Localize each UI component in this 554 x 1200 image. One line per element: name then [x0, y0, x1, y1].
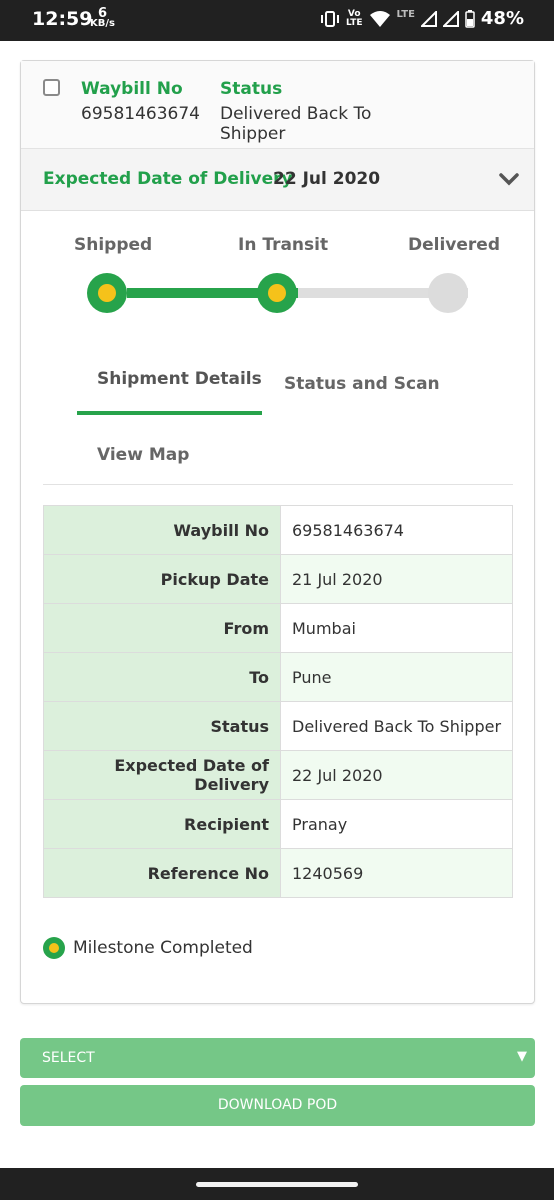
- select-shipment-checkbox[interactable]: [43, 79, 60, 96]
- detail-value: Mumbai: [280, 603, 513, 653]
- clock: 12:59: [32, 8, 93, 30]
- step-label-shipped: Shipped: [74, 235, 153, 255]
- detail-value: 1240569: [280, 848, 513, 898]
- detail-value: Pune: [280, 652, 513, 702]
- table-row: From Mumbai: [43, 603, 513, 653]
- action-select-dropdown[interactable]: SELECT ▼: [20, 1038, 535, 1078]
- detail-key: Status: [43, 701, 281, 751]
- table-row: To Pune: [43, 652, 513, 702]
- status-icons: Vo LTE LTE 48%: [320, 8, 524, 29]
- chevron-down-icon[interactable]: [498, 171, 520, 187]
- download-pod-button[interactable]: DOWNLOAD POD: [20, 1085, 535, 1126]
- step-label-delivered: Delivered: [408, 235, 500, 255]
- step-label-in-transit: In Transit: [238, 235, 329, 255]
- detail-value: 22 Jul 2020: [280, 750, 513, 800]
- milestone-dot-icon: [43, 937, 65, 959]
- waybill-value: 69581463674: [81, 104, 200, 124]
- active-tab-indicator: [77, 411, 262, 415]
- navigation-bar: [0, 1168, 554, 1200]
- step-node-delivered: [428, 273, 468, 313]
- detail-value: Pranay: [280, 799, 513, 849]
- status-bar: 12:59 6 KB/s Vo LTE LTE 48%: [0, 0, 554, 41]
- expected-delivery-label: Expected Date of Delivery: [43, 169, 293, 189]
- detail-value: 69581463674: [280, 505, 513, 555]
- home-gesture-handle[interactable]: [196, 1182, 358, 1187]
- detail-key: Recipient: [43, 799, 281, 849]
- battery-icon: [465, 9, 475, 28]
- dropdown-arrow-icon: ▼: [517, 1049, 527, 1064]
- detail-key: Expected Date of Delivery: [43, 750, 281, 800]
- table-row: Pickup Date 21 Jul 2020: [43, 554, 513, 604]
- shipment-header: Waybill No 69581463674 Status Delivered …: [21, 61, 534, 149]
- status-label: Status: [220, 79, 283, 99]
- battery-percent: 48%: [480, 8, 524, 29]
- shipment-card: Waybill No 69581463674 Status Delivered …: [20, 60, 535, 1004]
- waybill-label: Waybill No: [81, 79, 183, 99]
- table-row: Status Delivered Back To Shipper: [43, 701, 513, 751]
- tab-view-map[interactable]: View Map: [97, 445, 189, 465]
- shipment-details-table: Waybill No 69581463674 Pickup Date 21 Ju…: [43, 505, 513, 898]
- signal-icon-2: [442, 10, 459, 27]
- legend-label: Milestone Completed: [73, 938, 253, 958]
- table-row: Waybill No 69581463674: [43, 505, 513, 555]
- status-value: Delivered Back To Shipper: [220, 104, 372, 144]
- expected-delivery-value: 22 Jul 2020: [273, 169, 381, 189]
- table-row: Reference No 1240569: [43, 848, 513, 898]
- step-node-shipped: [87, 273, 127, 313]
- tab-shipment-details[interactable]: Shipment Details: [97, 369, 262, 389]
- expected-delivery-row[interactable]: Expected Date of Delivery 22 Jul 2020: [21, 149, 534, 211]
- table-row: Expected Date of Delivery 22 Jul 2020: [43, 750, 513, 800]
- detail-key: Reference No: [43, 848, 281, 898]
- detail-key: To: [43, 652, 281, 702]
- volte-indicator: Vo LTE: [345, 8, 363, 28]
- detail-key: Pickup Date: [43, 554, 281, 604]
- network-speed: 6 KB/s: [90, 6, 115, 29]
- tab-status-and-scan[interactable]: Status and Scan: [284, 374, 440, 394]
- detail-key: From: [43, 603, 281, 653]
- detail-value: 21 Jul 2020: [280, 554, 513, 604]
- step-node-in-transit: [257, 273, 297, 313]
- lte-indicator: LTE: [396, 9, 415, 20]
- tabs-divider: [43, 484, 513, 485]
- vibrate-icon: [320, 10, 339, 27]
- detail-value: Delivered Back To Shipper: [280, 701, 513, 751]
- detail-key: Waybill No: [43, 505, 281, 555]
- wifi-icon: [369, 10, 390, 27]
- milestone-legend: Milestone Completed: [43, 937, 253, 959]
- table-row: Recipient Pranay: [43, 799, 513, 849]
- select-label: SELECT: [42, 1050, 95, 1066]
- signal-icon: [420, 10, 437, 27]
